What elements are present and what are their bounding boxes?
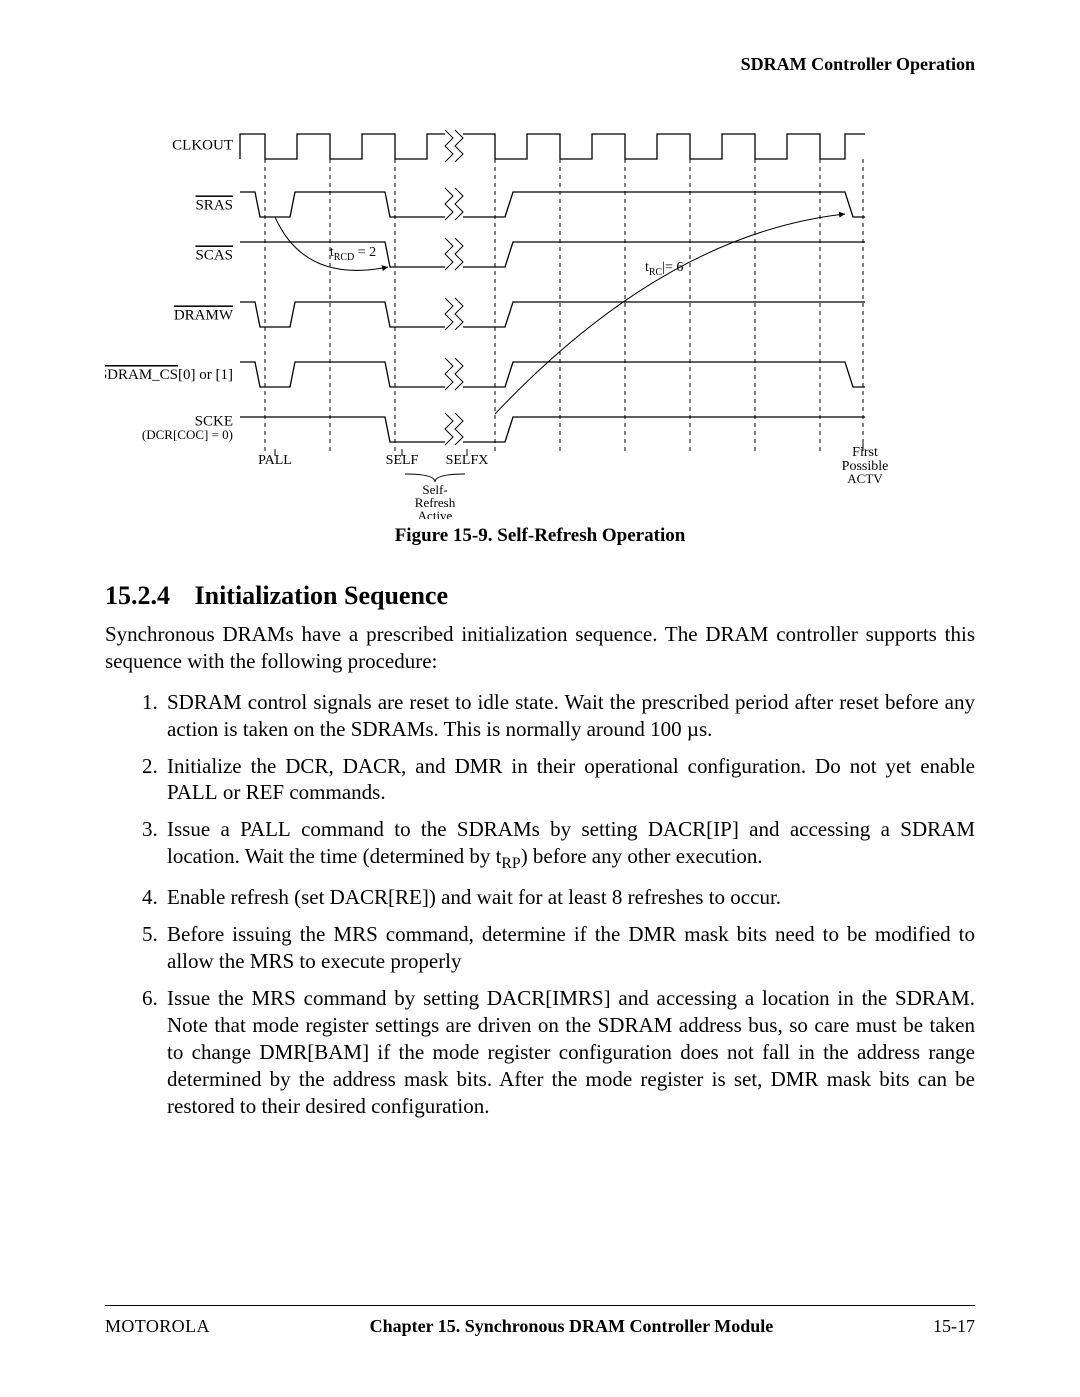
init-steps: SDRAM control signals are reset to idle … (105, 689, 975, 1120)
page-footer: MOTOROLA Chapter 15. Synchronous DRAM Co… (105, 1305, 975, 1337)
page: SDRAM Controller Operation (0, 0, 1080, 1397)
running-header: SDRAM Controller Operation (741, 54, 975, 75)
label-clkout: CLKOUT (172, 137, 233, 153)
label-sras: SRAS (195, 197, 233, 213)
label-sra3: Active (418, 508, 453, 519)
anno-trc: tRC|= 6 (645, 260, 683, 278)
section-heading: 15.2.4 Initialization Sequence (105, 581, 975, 611)
footer-center: Chapter 15. Synchronous DRAM Controller … (210, 1316, 933, 1337)
step-3: Issue a PALL command to the SDRAMs by se… (163, 816, 975, 874)
label-dramw: DRAMW (174, 307, 234, 323)
anno-trcd: tRCD = 2 (330, 245, 376, 263)
label-first1: First (852, 445, 878, 460)
footer-rule (105, 1305, 975, 1306)
section-intro: Synchronous DRAMs have a prescribed init… (105, 621, 975, 675)
timing-diagram: CLKOUT SRAS SCAS tRCD = 2 tRC| (105, 124, 975, 519)
label-sdramcs: SDRAM_CS[0] or [1] (105, 367, 233, 383)
section-title: Initialization Sequence (195, 581, 449, 610)
label-scas: SCAS (195, 247, 233, 263)
label-first3: ACTV (847, 471, 883, 486)
section-number: 15.2.4 (105, 581, 170, 610)
footer-left: MOTOROLA (105, 1316, 210, 1337)
step-6: Issue the MRS command by setting DACR[IM… (163, 985, 975, 1119)
figure-self-refresh: CLKOUT SRAS SCAS tRCD = 2 tRC| (105, 124, 975, 547)
footer-right: 15-17 (933, 1316, 975, 1337)
label-scke2: (DCR[COC] = 0) (142, 427, 233, 442)
step-2: Initialize the DCR, DACR, and DMR in the… (163, 753, 975, 807)
step-1: SDRAM control signals are reset to idle … (163, 689, 975, 743)
figure-caption: Figure 15-9. Self-Refresh Operation (105, 525, 975, 547)
step-4: Enable refresh (set DACR[RE]) and wait f… (163, 884, 975, 911)
step-5: Before issuing the MRS command, determin… (163, 921, 975, 975)
